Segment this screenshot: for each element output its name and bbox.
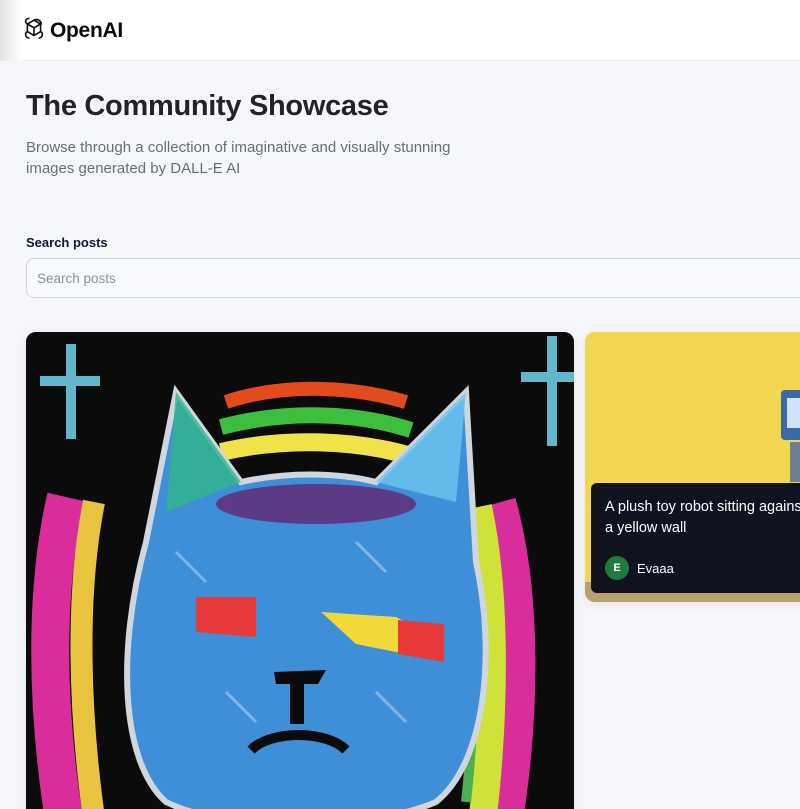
openai-logo-link[interactable]: OpenAI	[22, 17, 123, 46]
post-caption-overlay: A plush toy robot sitting against a yell…	[591, 483, 800, 593]
search-label: Search posts	[26, 235, 108, 250]
search-input[interactable]	[26, 258, 800, 298]
openai-logo-icon	[22, 17, 46, 46]
post-card[interactable]: A plush toy robot sitting against a yell…	[585, 332, 800, 602]
avatar: E	[605, 556, 629, 580]
navbar-edge-shade	[0, 0, 22, 61]
post-prompt: A plush toy robot sitting against a yell…	[605, 499, 800, 536]
page-title: The Community Showcase	[26, 90, 389, 122]
author-name: Evaaa	[637, 560, 674, 576]
brand-wordmark: OpenAI	[50, 19, 123, 42]
post-image	[26, 332, 574, 809]
page-subtitle: Browse through a collection of imaginati…	[26, 139, 451, 177]
post-card[interactable]	[26, 332, 574, 809]
post-author: E Evaaa	[605, 556, 674, 580]
top-navbar: OpenAI	[0, 0, 800, 61]
